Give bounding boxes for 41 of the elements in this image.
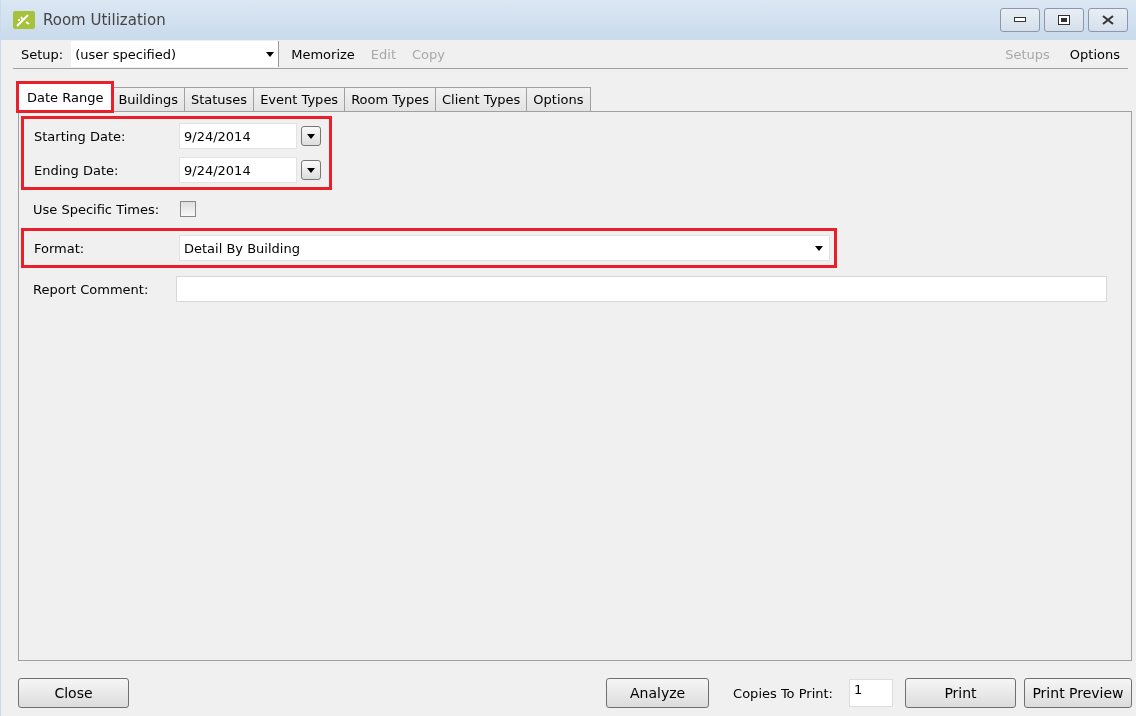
tab[interactable]: Event Types	[253, 87, 346, 111]
restore-button[interactable]	[1044, 8, 1084, 32]
toolbar-link[interactable]: Options	[1065, 46, 1124, 62]
caret-icon	[307, 133, 315, 139]
field-label: Report Comment:	[32, 281, 150, 297]
close-icon	[1102, 15, 1114, 25]
field-label: Starting Date:	[33, 128, 127, 144]
app-icon	[13, 11, 35, 29]
analyze-button[interactable]: Analyze	[606, 678, 710, 708]
tab[interactable]: Options	[526, 87, 591, 111]
setup-dropdown[interactable]: (user specified)	[71, 41, 280, 67]
field-label: Format:	[33, 240, 86, 256]
format-dropdown[interactable]: Detail By Building	[179, 235, 830, 261]
caret-icon	[266, 51, 275, 57]
tab[interactable]: Client Types	[434, 87, 528, 111]
tab[interactable]: Statuses	[183, 87, 255, 111]
close-button[interactable]: Close	[18, 678, 129, 708]
caret-icon	[815, 245, 823, 251]
field-label: Ending Date:	[33, 162, 120, 178]
copies-field[interactable]: 1	[849, 679, 893, 707]
date-field[interactable]: 9/24/2014	[179, 123, 297, 149]
restore-icon	[1058, 15, 1070, 25]
field-label: Use Specific Times:	[32, 201, 161, 217]
minimize-icon	[1014, 17, 1026, 23]
close-button[interactable]	[1088, 8, 1128, 32]
window-title: Room Utilization	[43, 11, 167, 29]
toolbar-link[interactable]: Memorize	[287, 46, 359, 62]
print-button[interactable]: Print	[905, 678, 1016, 708]
setup-label: Setup:	[21, 46, 64, 62]
tab[interactable]: Buildings	[111, 87, 185, 111]
copies-label: Copies To Print:	[733, 685, 833, 701]
tab[interactable]: Room Types	[344, 87, 436, 111]
comment-field[interactable]	[176, 276, 1107, 302]
print-preview-button[interactable]: Print Preview	[1024, 678, 1132, 708]
tab[interactable]: Date Range	[18, 83, 113, 111]
date-dropdown-button[interactable]	[301, 160, 321, 180]
minimize-button[interactable]	[1000, 8, 1040, 32]
checkbox[interactable]	[180, 201, 196, 217]
caret-icon	[307, 167, 315, 173]
date-field[interactable]: 9/24/2014	[179, 157, 297, 183]
date-dropdown-button[interactable]	[301, 126, 321, 146]
